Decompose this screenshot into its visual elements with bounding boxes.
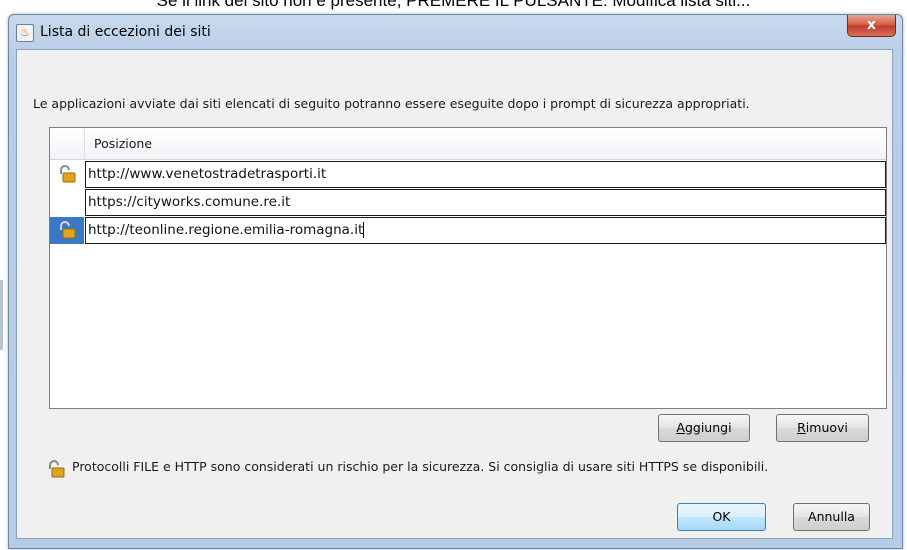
remove-button[interactable]: Rimuovi: [776, 414, 869, 442]
close-button[interactable]: x: [847, 15, 896, 37]
window-title: Lista di eccezioni dei siti: [40, 24, 211, 40]
exception-site-list-dialog: ♨ Lista di eccezioni dei siti x Le appli…: [8, 14, 903, 549]
page-caption: Se il link del sito non è presente, PREM…: [156, 0, 751, 10]
table-row[interactable]: https://cityworks.comune.re.it: [50, 189, 886, 216]
row-icon-cell: [50, 189, 84, 216]
title-bar[interactable]: ♨ Lista di eccezioni dei siti x: [9, 15, 902, 49]
site-url-text: http://teonline.regione.emilia-romagna.i…: [88, 222, 364, 238]
dialog-body: Le applicazioni avviate dai siti elencat…: [16, 49, 893, 539]
remove-label: imuovi: [805, 420, 848, 435]
add-label: ggiungi: [684, 420, 732, 435]
site-url-field-editing[interactable]: http://teonline.regione.emilia-romagna.i…: [85, 217, 886, 244]
row-icon-cell: [50, 161, 84, 188]
description-text: Le applicazioni avviate dai siti elencat…: [33, 96, 750, 111]
add-mnemonic: A: [676, 420, 685, 435]
column-header-posizione[interactable]: Posizione: [94, 136, 152, 151]
add-button[interactable]: Aggiungi: [658, 414, 750, 442]
padlock-icon: [60, 221, 76, 239]
padlock-icon: [60, 165, 76, 183]
security-warning-text: Protocolli FILE e HTTP sono considerati …: [72, 459, 769, 474]
ok-button[interactable]: OK: [677, 503, 766, 531]
java-app-icon: ♨: [16, 24, 34, 42]
text-caret: [363, 222, 365, 238]
row-icon-cell-selected: [50, 217, 84, 244]
table-row[interactable]: http://teonline.regione.emilia-romagna.i…: [50, 217, 886, 244]
background-window-edge: [0, 280, 3, 350]
site-url-field[interactable]: http://www.venetostradetrasporti.it: [85, 161, 886, 188]
cancel-button[interactable]: Annulla: [793, 503, 870, 531]
site-url-field[interactable]: https://cityworks.comune.re.it: [85, 189, 886, 216]
table-row[interactable]: http://www.venetostradetrasporti.it: [50, 161, 886, 188]
warning-padlock-icon: [49, 460, 65, 478]
header-icon-column: [50, 128, 85, 159]
table-header: Posizione: [50, 128, 886, 160]
remove-mnemonic: R: [797, 420, 806, 435]
site-list-table[interactable]: Posizione http://www.venetostradetraspor…: [49, 127, 887, 409]
